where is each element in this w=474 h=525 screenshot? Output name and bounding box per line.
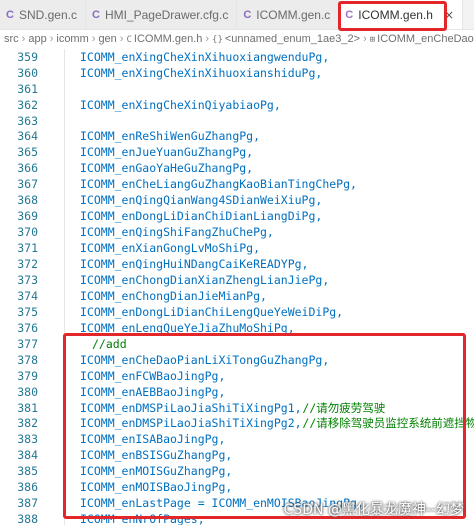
- breadcrumb-item[interactable]: src: [4, 33, 19, 45]
- breadcrumb: src › app › icomm › gen › C ICOMM.gen.h ›{} <unname…: [0, 30, 474, 48]
- code-line: 364 ICOMM_enReShiWenGuZhangPg,: [0, 128, 474, 144]
- breadcrumb-separator: ›: [205, 33, 210, 45]
- line-number: 388: [17, 512, 38, 525]
- code-line: 375 ICOMM_enDongLiDianChiLengQueYeWeiDiPg…: [0, 304, 474, 320]
- tab-label: ICOMM.gen.c: [256, 7, 331, 22]
- code-line: 360 ICOMM_enXingCheXinXihuoxianshiduPg,: [0, 65, 474, 81]
- code-text: ICOMM_enXingCheXinXihuoxiangwenduPg,: [80, 50, 330, 64]
- line-number: 363: [17, 114, 38, 128]
- code-line: 365 ICOMM_enJueYuanGuZhangPg,: [0, 144, 474, 160]
- code-text: ICOMM_enJueYuanGuZhangPg,: [80, 145, 254, 159]
- line-number: 360: [17, 66, 38, 80]
- line-number: 362: [17, 98, 38, 112]
- code-text: ICOMM_enXingCheXinQiyabiaoPg,: [80, 98, 281, 112]
- breadcrumb-symbol-icon: C: [126, 35, 132, 45]
- code-text: ICOMM_enChongDianJieMianPg,: [80, 289, 267, 303]
- code-line: 361: [0, 81, 474, 97]
- breadcrumb-separator: ›: [119, 33, 124, 45]
- code-text: ICOMM_enGaoYaHeGuZhangPg,: [80, 161, 254, 175]
- breadcrumb-item[interactable]: ICOMM_enCheDaoPianLiXiTongGuZhangPg: [377, 33, 474, 45]
- code-text: ICOMM_enXingCheXinXihuoxianshiduPg,: [80, 66, 323, 80]
- code-text: ICOMM_enReShiWenGuZhangPg,: [80, 129, 261, 143]
- line-number: 366: [17, 161, 38, 175]
- line-number: 372: [17, 257, 38, 271]
- c-file-icon: C: [6, 8, 14, 21]
- line-number: 369: [17, 209, 38, 223]
- line-number: 361: [17, 82, 38, 96]
- tab-label: SND.gen.c: [18, 7, 77, 22]
- code-text: ICOMM_enXianGongLvMoShiPg,: [80, 241, 261, 255]
- tab-hmi-pagedrawer-cfg-c[interactable]: C HMI_PageDrawer.cfg.c: [85, 0, 238, 29]
- line-number: 365: [17, 145, 38, 159]
- code-line: 373 ICOMM_enChongDianXianZhengLianJiePg,: [0, 272, 474, 288]
- breadcrumb-item[interactable]: icomm: [56, 33, 88, 45]
- code-line: 367 ICOMM_enCheLiangGuZhangKaoBianTingChe…: [0, 176, 474, 192]
- line-number: 376: [17, 321, 38, 335]
- breadcrumb-item[interactable]: ICOMM.gen.h: [134, 33, 202, 45]
- line-number: 385: [17, 464, 38, 478]
- code-text: ICOMM_enChongDianXianZhengLianJiePg,: [80, 273, 330, 287]
- line-number: 384: [17, 448, 38, 462]
- active-tab-highlight-box: [338, 1, 447, 31]
- code-text: ICOMM_enDongLiDianChiLengQueYeWeiDiPg,: [80, 305, 344, 319]
- line-number: 359: [17, 50, 38, 64]
- code-line: 374 ICOMM_enChongDianJieMianPg,: [0, 288, 474, 304]
- line-number: 386: [17, 480, 38, 494]
- code-line: 372 ICOMM_enQingHuiNDangCaiKeREADYPg,: [0, 256, 474, 272]
- code-text: ICOMM_enQingShiFangZhuChePg,: [80, 225, 274, 239]
- breadcrumb-symbol-icon: ⊞: [369, 35, 376, 45]
- added-code-highlight-box: [63, 333, 466, 519]
- line-number: 364: [17, 129, 38, 143]
- breadcrumb-separator: ›: [49, 33, 54, 45]
- breadcrumb-item[interactable]: <unnamed_enum_1ae3_2>: [225, 33, 360, 45]
- tab-snd-gen-c[interactable]: C SND.gen.c: [0, 0, 86, 29]
- line-number: 382: [17, 416, 38, 430]
- line-number: 375: [17, 305, 38, 319]
- line-number: 377: [17, 337, 38, 351]
- code-line: 366 ICOMM_enGaoYaHeGuZhangPg,: [0, 160, 474, 176]
- code-text: ICOMM_enQingQianWang4SDianWeiXiuPg,: [80, 193, 323, 207]
- code-text: ICOMM_enQingHuiNDangCaiKeREADYPg,: [80, 257, 309, 271]
- breadcrumb-item[interactable]: gen: [98, 33, 116, 45]
- code-line: 362 ICOMM_enXingCheXinQiyabiaoPg,: [0, 97, 474, 113]
- line-number: 383: [17, 432, 38, 446]
- code-line: 370 ICOMM_enQingShiFangZhuChePg,: [0, 224, 474, 240]
- code-line: 363: [0, 113, 474, 129]
- tab-icomm-gen-c[interactable]: C ICOMM.gen.c: [237, 0, 340, 29]
- line-number: 370: [17, 225, 38, 239]
- code-line: 371 ICOMM_enXianGongLvMoShiPg,: [0, 240, 474, 256]
- line-number: 374: [17, 289, 38, 303]
- breadcrumb-separator: ›: [91, 33, 96, 45]
- code-line: 368 ICOMM_enQingQianWang4SDianWeiXiuPg,: [0, 192, 474, 208]
- code-text: ICOMM_enDongLiDianChiDianLiangDiPg,: [80, 209, 323, 223]
- line-number: 367: [17, 177, 38, 191]
- line-number: 379: [17, 369, 38, 383]
- line-number: 368: [17, 193, 38, 207]
- breadcrumb-symbol-icon: {}: [212, 35, 223, 45]
- breadcrumb-separator: ›: [363, 33, 367, 45]
- line-number: 387: [17, 496, 38, 510]
- c-file-icon: C: [91, 8, 100, 21]
- breadcrumb-item[interactable]: app: [28, 33, 46, 45]
- c-file-icon: C: [243, 8, 252, 21]
- line-number: 378: [17, 353, 38, 367]
- line-number: 373: [17, 273, 38, 287]
- line-number: 371: [17, 241, 38, 255]
- line-number: 381: [17, 401, 38, 415]
- line-number: 380: [17, 385, 38, 399]
- code-line: 359 ICOMM_enXingCheXinXihuoxiangwenduPg,: [0, 49, 474, 65]
- watermark: CSDN @黑化暴龙魔神--幻梦: [283, 502, 464, 518]
- code-text: ICOMM_enCheLiangGuZhangKaoBianTingChePg,: [80, 177, 357, 191]
- tab-label: HMI_PageDrawer.cfg.c: [104, 7, 229, 22]
- breadcrumb-separator: ›: [21, 33, 26, 45]
- code-line: 369 ICOMM_enDongLiDianChiDianLiangDiPg,: [0, 208, 474, 224]
